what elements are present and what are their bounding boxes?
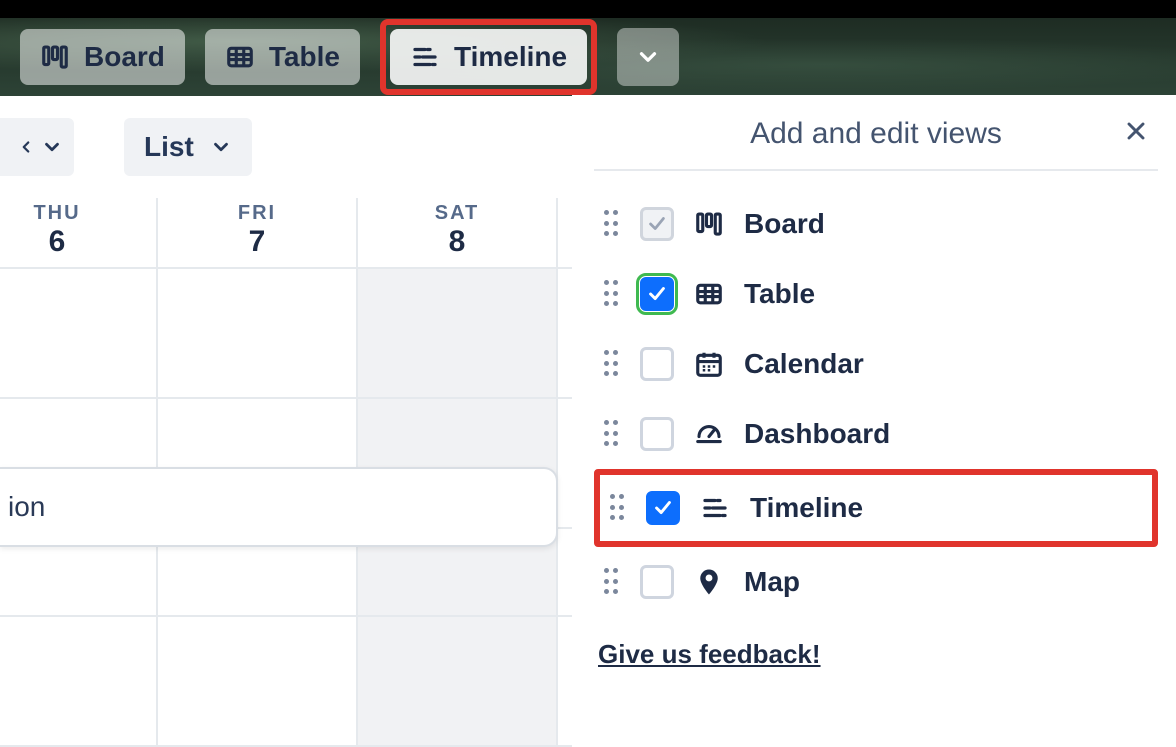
- timeline-icon: [698, 493, 732, 523]
- prev-button-partial[interactable]: [0, 118, 74, 176]
- calendar-event-card[interactable]: ion: [0, 467, 558, 547]
- calendar-cell[interactable]: [158, 617, 358, 745]
- check-icon: [646, 213, 668, 235]
- drag-handle-icon[interactable]: [604, 210, 622, 238]
- checkbox-calendar[interactable]: [640, 347, 674, 381]
- day-number: 8: [358, 225, 556, 259]
- checkbox-timeline[interactable]: [646, 491, 680, 525]
- check-icon: [646, 283, 668, 305]
- panel-title: Add and edit views: [750, 117, 1002, 151]
- day-header: SAT 8: [358, 198, 558, 267]
- event-title-fragment: ion: [8, 491, 45, 523]
- day-number: 6: [0, 225, 156, 259]
- day-header: FRI 7: [158, 198, 358, 267]
- view-row-table[interactable]: Table: [594, 259, 1158, 329]
- dashboard-icon: [692, 419, 726, 449]
- dow-label: SAT: [358, 202, 556, 225]
- check-icon: [652, 497, 674, 519]
- tab-board[interactable]: Board: [20, 29, 185, 85]
- chevron-down-icon: [41, 136, 63, 158]
- checkbox-board[interactable]: [640, 207, 674, 241]
- view-row-calendar[interactable]: Calendar: [594, 329, 1158, 399]
- calendar-cell[interactable]: [0, 269, 158, 397]
- table-icon: [692, 279, 726, 309]
- more-views-button[interactable]: [617, 28, 679, 86]
- view-row-board[interactable]: Board: [594, 189, 1158, 259]
- view-label: Board: [744, 208, 825, 240]
- view-row-map[interactable]: Map: [594, 547, 1158, 617]
- view-label: Calendar: [744, 348, 864, 380]
- tab-table-label: Table: [269, 41, 340, 73]
- add-edit-views-panel: Add and edit views Board Table: [572, 95, 1176, 747]
- view-tabs-toolbar: Board Table Timeline: [0, 18, 1176, 96]
- checkbox-map[interactable]: [640, 565, 674, 599]
- board-icon: [692, 209, 726, 239]
- list-filter-label: List: [144, 131, 194, 163]
- close-panel-button[interactable]: [1122, 117, 1150, 150]
- calendar-cell[interactable]: [358, 617, 558, 745]
- view-label: Dashboard: [744, 418, 890, 450]
- tab-board-label: Board: [84, 41, 165, 73]
- drag-handle-icon[interactable]: [604, 350, 622, 378]
- map-pin-icon: [692, 567, 726, 597]
- day-header: THU 6: [0, 198, 158, 267]
- highlight-timeline-row: Timeline: [594, 469, 1158, 547]
- tab-table[interactable]: Table: [205, 29, 360, 85]
- timeline-icon: [410, 42, 440, 72]
- view-label: Timeline: [750, 492, 863, 524]
- view-row-timeline[interactable]: Timeline: [606, 479, 1146, 537]
- chevron-down-icon: [635, 44, 661, 70]
- checkbox-table[interactable]: [640, 277, 674, 311]
- close-icon: [1122, 117, 1150, 145]
- board-icon: [40, 42, 70, 72]
- calendar-cell[interactable]: [0, 617, 158, 745]
- drag-handle-icon[interactable]: [604, 420, 622, 448]
- tab-timeline[interactable]: Timeline: [390, 29, 587, 85]
- checkbox-dashboard[interactable]: [640, 417, 674, 451]
- dow-label: THU: [0, 202, 156, 225]
- list-filter-button[interactable]: List: [124, 118, 252, 176]
- calendar-cell[interactable]: [358, 269, 558, 397]
- calendar-icon: [692, 349, 726, 379]
- feedback-link[interactable]: Give us feedback!: [598, 639, 821, 670]
- views-list: Board Table Calendar D: [594, 171, 1158, 617]
- drag-handle-icon[interactable]: [604, 568, 622, 596]
- day-number: 7: [158, 225, 356, 259]
- table-icon: [225, 42, 255, 72]
- top-black-strip: [0, 0, 1176, 18]
- chevron-down-icon: [210, 136, 232, 158]
- view-label: Map: [744, 566, 800, 598]
- dow-label: FRI: [158, 202, 356, 225]
- drag-handle-icon[interactable]: [610, 494, 628, 522]
- view-label: Table: [744, 278, 815, 310]
- view-row-dashboard[interactable]: Dashboard: [594, 399, 1158, 469]
- drag-handle-icon[interactable]: [604, 280, 622, 308]
- chevron-left-icon: [17, 136, 35, 158]
- calendar-cell[interactable]: [158, 269, 358, 397]
- highlight-timeline-tab: Timeline: [380, 19, 597, 95]
- tab-timeline-label: Timeline: [454, 41, 567, 73]
